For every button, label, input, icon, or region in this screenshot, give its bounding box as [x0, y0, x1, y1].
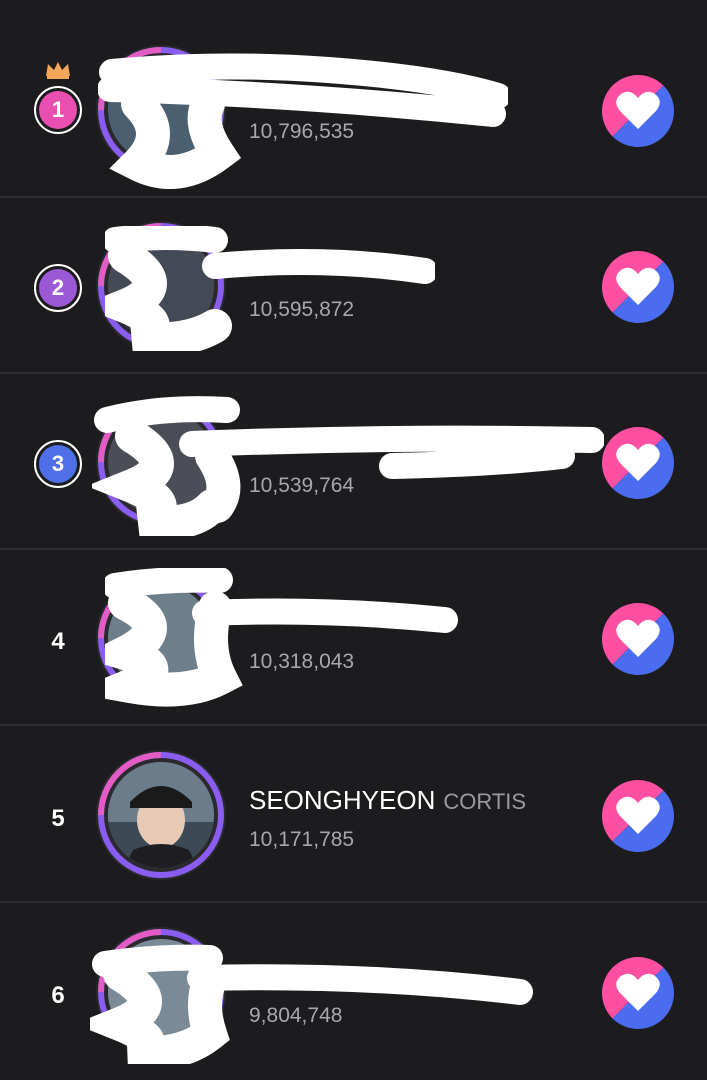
ranking-row[interactable]: 2 10,595,872	[0, 198, 707, 374]
idol-name: SEONGHYEON CORTIS	[249, 785, 526, 816]
vote-button[interactable]	[602, 603, 674, 675]
ranking-row[interactable]: 4 10,318,043	[0, 550, 707, 726]
rank-number: 4	[51, 628, 65, 655]
vote-count: 10,171,785	[249, 828, 355, 851]
ranking-row[interactable]: 1 10,796,535	[0, 22, 707, 198]
vote-button[interactable]	[602, 75, 674, 147]
rank-badge: 3	[34, 440, 82, 488]
vote-count: 10,318,043	[249, 650, 355, 673]
crown-icon	[46, 62, 70, 79]
rank-badge: 1	[34, 86, 82, 134]
ranking-row[interactable]: 6 9,804,748	[0, 904, 707, 1080]
ranking-row[interactable]: 3 10,539,764	[0, 374, 707, 550]
vote-count: 10,539,764	[249, 474, 355, 497]
vote-button[interactable]	[602, 780, 674, 852]
rank-number: 6	[51, 982, 65, 1009]
rank-badge: 2	[34, 264, 82, 312]
vote-button[interactable]	[602, 251, 674, 323]
avatar[interactable]	[92, 217, 230, 355]
vote-count: 9,804,748	[249, 1004, 343, 1027]
profile-photo	[108, 762, 214, 868]
ranking-list: 1 10,796,535 2 10,595,872 3 10,539,764 4…	[0, 0, 707, 1080]
rank-number: 2	[39, 269, 77, 307]
avatar[interactable]	[92, 746, 230, 884]
idol-name-text: SEONGHYEON	[249, 785, 436, 815]
ranking-row[interactable]: 5 SEONGHYEON CORTIS 10,171,785	[0, 727, 707, 903]
avatar[interactable]	[92, 923, 230, 1061]
vote-button[interactable]	[602, 427, 674, 499]
avatar[interactable]	[92, 41, 230, 179]
vote-count: 10,796,535	[249, 120, 355, 143]
vote-count: 10,595,872	[249, 298, 355, 321]
rank-number: 1	[39, 91, 77, 129]
rank-number: 5	[51, 805, 65, 832]
idol-group: CORTIS	[443, 789, 527, 814]
avatar[interactable]	[92, 569, 230, 707]
vote-button[interactable]	[602, 957, 674, 1029]
rank-number: 3	[39, 445, 77, 483]
avatar[interactable]	[92, 393, 230, 531]
